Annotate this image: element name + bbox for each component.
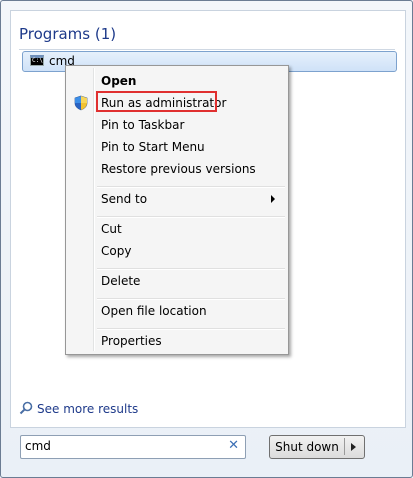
menu-item-label: Open — [101, 74, 137, 88]
search-box[interactable]: ✕ — [20, 435, 246, 459]
menu-item-delete[interactable]: Delete — [68, 270, 286, 292]
menu-item-copy[interactable]: Copy — [68, 240, 286, 262]
see-more-results-label: See more results — [37, 402, 139, 416]
clear-x-icon[interactable]: ✕ — [228, 439, 239, 453]
menu-item-pin-to-start-menu[interactable]: Pin to Start Menu — [68, 136, 286, 158]
menu-item-open-file-location[interactable]: Open file location — [68, 300, 286, 322]
menu-item-label: Open file location — [101, 304, 207, 318]
menu-item-cut[interactable]: Cut — [68, 218, 286, 240]
menu-item-label: Send to — [101, 192, 148, 206]
menu-item-send-to[interactable]: Send to — [68, 188, 286, 210]
submenu-arrow-icon — [271, 195, 275, 203]
menu-item-open[interactable]: Open — [68, 70, 286, 92]
search-input[interactable] — [25, 438, 215, 454]
menu-item-restore-previous-versions[interactable]: Restore previous versions — [68, 158, 286, 180]
shut-down-button[interactable]: Shut down — [269, 435, 365, 459]
menu-item-label: Pin to Start Menu — [101, 140, 205, 154]
menu-item-label: Copy — [101, 244, 132, 258]
shut-down-label: Shut down — [275, 440, 339, 454]
menu-item-label: Restore previous versions — [101, 162, 256, 176]
run-as-administrator-highlight-box — [96, 91, 217, 112]
cmd-icon: C:\ — [30, 55, 44, 66]
programs-heading: Programs (1) — [19, 25, 117, 43]
menu-item-label: Properties — [101, 334, 162, 348]
menu-item-label: Cut — [101, 222, 122, 236]
menu-item-properties[interactable]: Properties — [68, 330, 286, 352]
arrow-right-icon[interactable] — [351, 443, 356, 451]
menu-item-label: Delete — [101, 274, 141, 288]
shut-down-divider — [344, 438, 345, 455]
menu-item-pin-to-taskbar[interactable]: Pin to Taskbar — [68, 114, 286, 136]
heading-divider — [19, 49, 395, 50]
uac-shield-icon — [74, 95, 88, 111]
magnifier-icon — [19, 401, 33, 415]
menu-item-label: Pin to Taskbar — [101, 118, 185, 132]
